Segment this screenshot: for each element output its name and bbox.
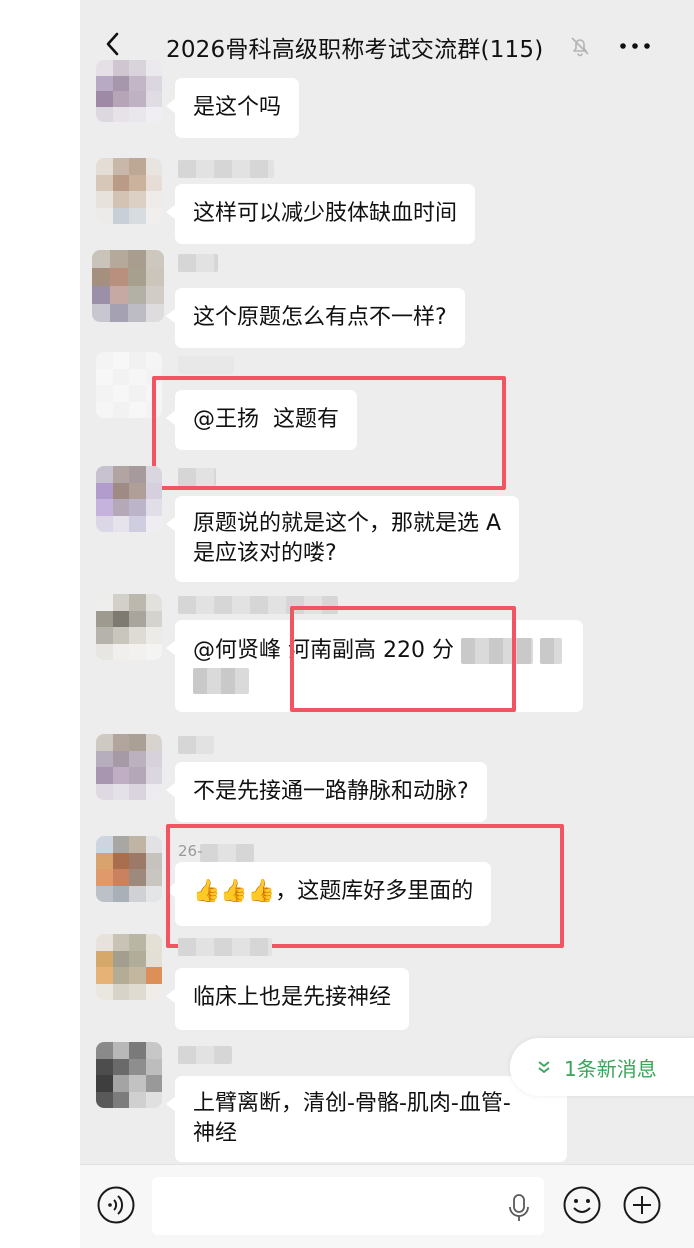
message-text: 临床上也是先接神经 (193, 985, 392, 1010)
message-bubble[interactable]: 这个原题怎么有点不一样? (166, 288, 465, 348)
sender-name-blurred (178, 736, 214, 754)
avatar[interactable] (96, 836, 162, 902)
sender-name-blurred (178, 1046, 232, 1064)
avatar[interactable] (96, 466, 162, 532)
avatar[interactable] (96, 934, 162, 1000)
chat-screen: 2026骨科高级职称考试交流群(115) 是这个吗 这样可以减少肢体缺血时间 这… (80, 0, 694, 1248)
redacted-text (193, 668, 249, 694)
sender-name-blurred (178, 254, 218, 272)
sender-name-blurred (200, 844, 254, 862)
avatar[interactable] (96, 158, 162, 224)
message-bubble[interactable]: 不是先接通一路静脉和动脉? (166, 762, 487, 822)
message-text: ，这题库好多里面的 (275, 879, 474, 904)
avatar[interactable] (96, 1042, 162, 1108)
message-bubble[interactable]: 临床上也是先接神经 (165, 968, 410, 1030)
message-bubble[interactable]: @何贤峰 河南副高 220 分 (166, 620, 583, 712)
chat-title: 2026骨科高级职称考试交流群(115) (166, 37, 544, 63)
avatar[interactable] (92, 250, 164, 322)
message-text: 这个原题怎么有点不一样? (193, 305, 447, 330)
message-bubble[interactable]: 是这个吗 (165, 78, 300, 138)
message-bubble[interactable]: 这样可以减少肢体缺血时间 (165, 184, 476, 244)
sender-name-fragment: 26- (178, 842, 203, 860)
avatar[interactable] (96, 352, 162, 418)
message-text-line: 原题说的就是这个，那就是选 A (193, 511, 502, 536)
message-text: 这题有 (273, 407, 340, 432)
new-messages-button[interactable]: 1条新消息 (510, 1038, 694, 1096)
redacted-text (540, 638, 562, 664)
sender-name-blurred (178, 468, 216, 486)
message-bubble[interactable]: @王扬 这题有 (165, 390, 358, 450)
smile-icon[interactable] (562, 1185, 602, 1225)
message-text: 是这个吗 (193, 95, 282, 120)
new-messages-label: 1条新消息 (564, 1056, 657, 1081)
message-bubble[interactable]: 👍👍👍，这题库好多里面的 (165, 862, 492, 926)
mic-icon[interactable] (508, 1193, 530, 1223)
sender-name-blurred (178, 356, 234, 374)
chevron-down-double-icon (538, 1061, 550, 1074)
redacted-text (461, 638, 533, 664)
chat-header: 2026骨科高级职称考试交流群(115) (80, 0, 694, 86)
sender-name-blurred (178, 596, 338, 614)
message-input[interactable] (152, 1177, 544, 1235)
message-text-line: 上臂离断，清创-骨骼-肌肉-血管- (193, 1091, 511, 1116)
message-text-line: 神经 (193, 1121, 238, 1146)
sender-name-blurred (178, 160, 274, 178)
message-text-line: 是应该对的喽? (193, 541, 337, 566)
avatar[interactable] (96, 60, 162, 122)
thumbs-up-emoji: 👍👍👍 (193, 879, 276, 904)
avatar[interactable] (96, 594, 162, 660)
bell-off-icon (571, 37, 589, 57)
sender-name-blurred (178, 938, 272, 956)
message-bubble[interactable]: 原题说的就是这个，那就是选 A 是应该对的喽? (165, 496, 520, 582)
mention[interactable]: @何贤峰 (193, 638, 281, 663)
message-text: 这样可以减少肢体缺血时间 (193, 201, 458, 226)
avatar[interactable] (96, 734, 162, 800)
message-bubble[interactable]: 上臂离断，清创-骨骼-肌肉-血管- 神经 (166, 1076, 567, 1162)
mention[interactable]: @王扬 (193, 407, 259, 432)
more-dots-icon[interactable] (618, 36, 652, 56)
input-bar (80, 1164, 694, 1248)
message-text: 不是先接通一路静脉和动脉? (193, 779, 469, 804)
plus-icon[interactable] (622, 1185, 662, 1225)
message-text: 河南副高 220 分 (288, 638, 454, 663)
chevron-left-icon[interactable] (98, 28, 128, 60)
voice-icon[interactable] (96, 1185, 136, 1225)
